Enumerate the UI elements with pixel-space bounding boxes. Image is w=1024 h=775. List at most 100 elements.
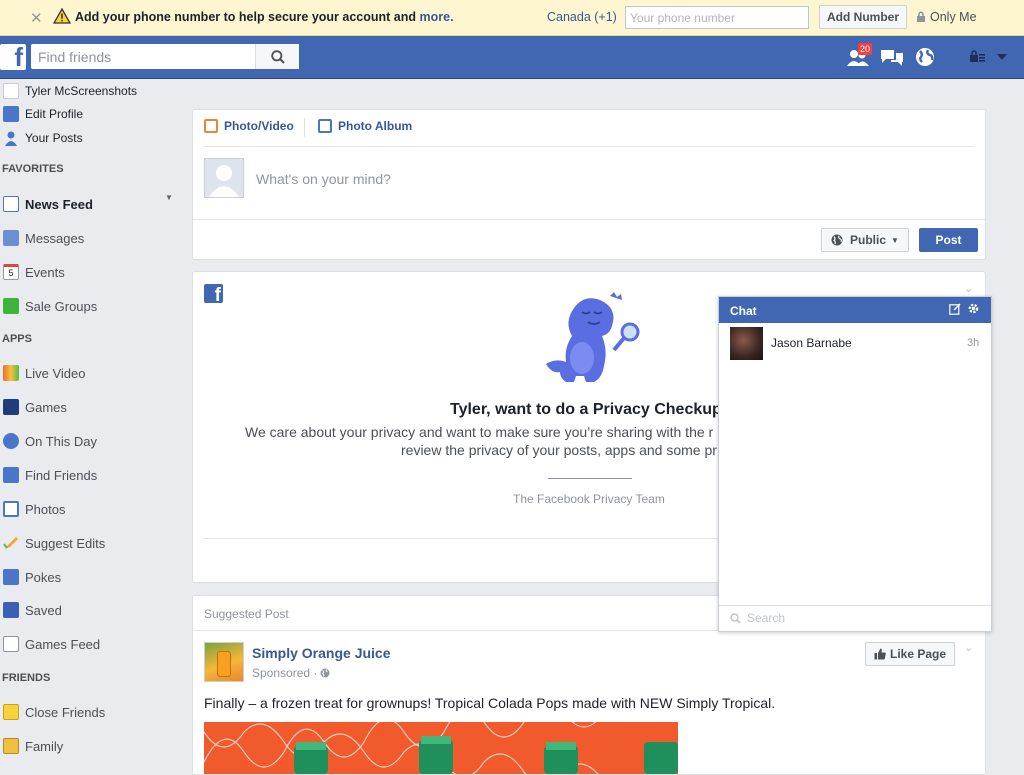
live-video-icon bbox=[3, 365, 19, 381]
sidebar-item-label: Saved bbox=[25, 602, 62, 618]
banner-message-text: Add your phone number to help secure you… bbox=[75, 10, 417, 24]
star-icon bbox=[3, 704, 19, 720]
controller-icon bbox=[3, 636, 19, 652]
album-icon bbox=[318, 119, 332, 133]
sidebar-item-photos[interactable]: Photos bbox=[0, 498, 65, 520]
chevron-down-icon[interactable]: ⌄ bbox=[964, 641, 973, 654]
add-number-button[interactable]: Add Number bbox=[819, 5, 907, 29]
like-page-label: Like Page bbox=[890, 647, 947, 661]
chat-search[interactable]: Search bbox=[730, 611, 785, 625]
sidebar-item-label: Photos bbox=[25, 501, 66, 517]
post-composer: Photo/Video Photo Album What's on your m… bbox=[192, 109, 986, 260]
composer-divider bbox=[204, 146, 974, 147]
sidebar-item-events[interactable]: 5 Events bbox=[0, 261, 65, 283]
sidebar-item-on-this-day[interactable]: On This Day bbox=[0, 430, 97, 452]
search-icon bbox=[270, 49, 285, 64]
find-friends-icon bbox=[3, 467, 19, 483]
sidebar-item-close-friends[interactable]: Close Friends bbox=[0, 701, 105, 723]
chat-sidebar: Chat Jason Barnabe 3h Search bbox=[718, 296, 992, 632]
photo-video-label: Photo/Video bbox=[224, 119, 294, 133]
chat-search-divider bbox=[719, 605, 991, 606]
tag-icon bbox=[3, 298, 19, 314]
sidebar-item-edit-profile[interactable]: Edit Profile bbox=[0, 103, 83, 125]
post-image[interactable] bbox=[204, 722, 678, 774]
facebook-icon: f bbox=[204, 284, 223, 303]
country-selector[interactable]: Canada (+1) bbox=[547, 10, 617, 24]
news-feed-options-icon[interactable]: ▼ bbox=[165, 193, 173, 202]
messages-icon bbox=[881, 50, 903, 66]
gear-icon[interactable] bbox=[967, 302, 980, 315]
more-link[interactable]: more. bbox=[420, 10, 454, 24]
sidebar-item-profile[interactable]: Tyler McScreenshots bbox=[0, 80, 137, 102]
privacy-team-signature: The Facebook Privacy Team bbox=[513, 492, 665, 506]
privacy-dinosaur-illustration bbox=[546, 292, 640, 382]
sponsored-label: Sponsored · bbox=[252, 666, 330, 680]
phone-number-banner: ✕ Add your phone number to help secure y… bbox=[0, 0, 1024, 36]
notifications-button[interactable] bbox=[915, 47, 935, 70]
photo-video-tab[interactable]: Photo/Video bbox=[204, 119, 294, 133]
search-box bbox=[31, 44, 299, 69]
top-navigation-bar: f 20 bbox=[0, 36, 1024, 79]
sidebar-item-label: Sale Groups bbox=[25, 298, 98, 314]
sidebar-item-find-friends[interactable]: Find Friends bbox=[0, 464, 97, 486]
facebook-logo[interactable]: f bbox=[0, 42, 26, 72]
sidebar-item-label: Tyler McScreenshots bbox=[25, 84, 138, 98]
sidebar-item-saved[interactable]: Saved bbox=[0, 599, 62, 621]
chevron-down-icon[interactable]: ⌄ bbox=[964, 282, 973, 295]
signature-divider bbox=[548, 478, 632, 479]
new-message-icon[interactable] bbox=[949, 303, 961, 315]
avatar bbox=[204, 158, 244, 198]
sidebar-item-label: Events bbox=[25, 264, 65, 280]
audience-selector[interactable]: Public ▼ bbox=[821, 228, 909, 252]
privacy-checkup-body-line2: review the privacy of your posts, apps a… bbox=[401, 442, 717, 458]
sidebar-item-games[interactable]: Games bbox=[0, 396, 67, 418]
pokes-icon bbox=[3, 569, 19, 585]
sidebar-item-your-posts[interactable]: Your Posts bbox=[0, 127, 83, 149]
sidebar-item-pokes[interactable]: Pokes bbox=[0, 566, 61, 588]
bookmark-icon bbox=[3, 602, 19, 618]
chat-search-placeholder: Search bbox=[747, 611, 786, 625]
chat-title: Chat bbox=[730, 304, 757, 318]
chat-contact-row[interactable]: Jason Barnabe 3h bbox=[719, 323, 991, 360]
sidebar-item-messages[interactable]: Messages bbox=[0, 227, 84, 249]
friend-requests-badge: 20 bbox=[858, 43, 873, 55]
like-page-button[interactable]: Like Page bbox=[865, 642, 956, 666]
chat-contact-name: Jason Barnabe bbox=[771, 336, 852, 350]
avatar bbox=[730, 327, 763, 360]
status-input[interactable]: What's on your mind? bbox=[256, 171, 391, 187]
favorites-header: FAVORITES bbox=[2, 163, 64, 175]
privacy-shortcuts-icon bbox=[970, 50, 1007, 62]
search-input[interactable] bbox=[31, 44, 253, 69]
account-menu-button[interactable] bbox=[968, 50, 1008, 67]
apps-header: APPS bbox=[2, 333, 32, 345]
page-name-link[interactable]: Simply Orange Juice bbox=[252, 645, 391, 661]
photo-album-tab[interactable]: Photo Album bbox=[318, 119, 412, 133]
sponsored-text: Sponsored · bbox=[252, 666, 318, 680]
phone-number-input[interactable] bbox=[625, 6, 809, 29]
search-button[interactable] bbox=[255, 44, 299, 69]
sidebar-item-games-feed[interactable]: Games Feed bbox=[0, 633, 100, 655]
sidebar-item-label: Games Feed bbox=[25, 636, 101, 652]
suggested-post-label: Suggested Post bbox=[204, 607, 289, 621]
sidebar-item-family[interactable]: Family bbox=[0, 735, 63, 757]
close-icon[interactable]: ✕ bbox=[30, 9, 43, 27]
privacy-checkup-title: Tyler, want to do a Privacy Checkup bbox=[450, 401, 722, 418]
sidebar-item-label: Find Friends bbox=[25, 467, 98, 483]
composer-footer-divider bbox=[193, 219, 985, 220]
post-button[interactable]: Post bbox=[919, 228, 978, 252]
search-icon bbox=[730, 612, 741, 624]
privacy-label: Only Me bbox=[930, 10, 977, 24]
sidebar-item-news-feed[interactable]: News Feed bbox=[0, 193, 93, 215]
sidebar-item-label: Games bbox=[25, 399, 67, 415]
sidebar-item-label: Family bbox=[25, 738, 64, 754]
sidebar-item-live-video[interactable]: Live Video bbox=[0, 362, 85, 384]
privacy-selector[interactable]: Only Me bbox=[916, 10, 977, 24]
sidebar-item-label: Live Video bbox=[25, 365, 86, 381]
page-avatar[interactable] bbox=[204, 642, 244, 682]
sidebar-item-suggest-edits[interactable]: Suggest Edits bbox=[0, 532, 105, 554]
messages-button[interactable] bbox=[880, 47, 904, 70]
messages-icon bbox=[3, 230, 19, 246]
sidebar-item-sale-groups[interactable]: Sale Groups bbox=[0, 295, 97, 317]
sidebar-item-label: News Feed bbox=[25, 196, 93, 212]
sidebar-item-label: Edit Profile bbox=[25, 107, 84, 121]
